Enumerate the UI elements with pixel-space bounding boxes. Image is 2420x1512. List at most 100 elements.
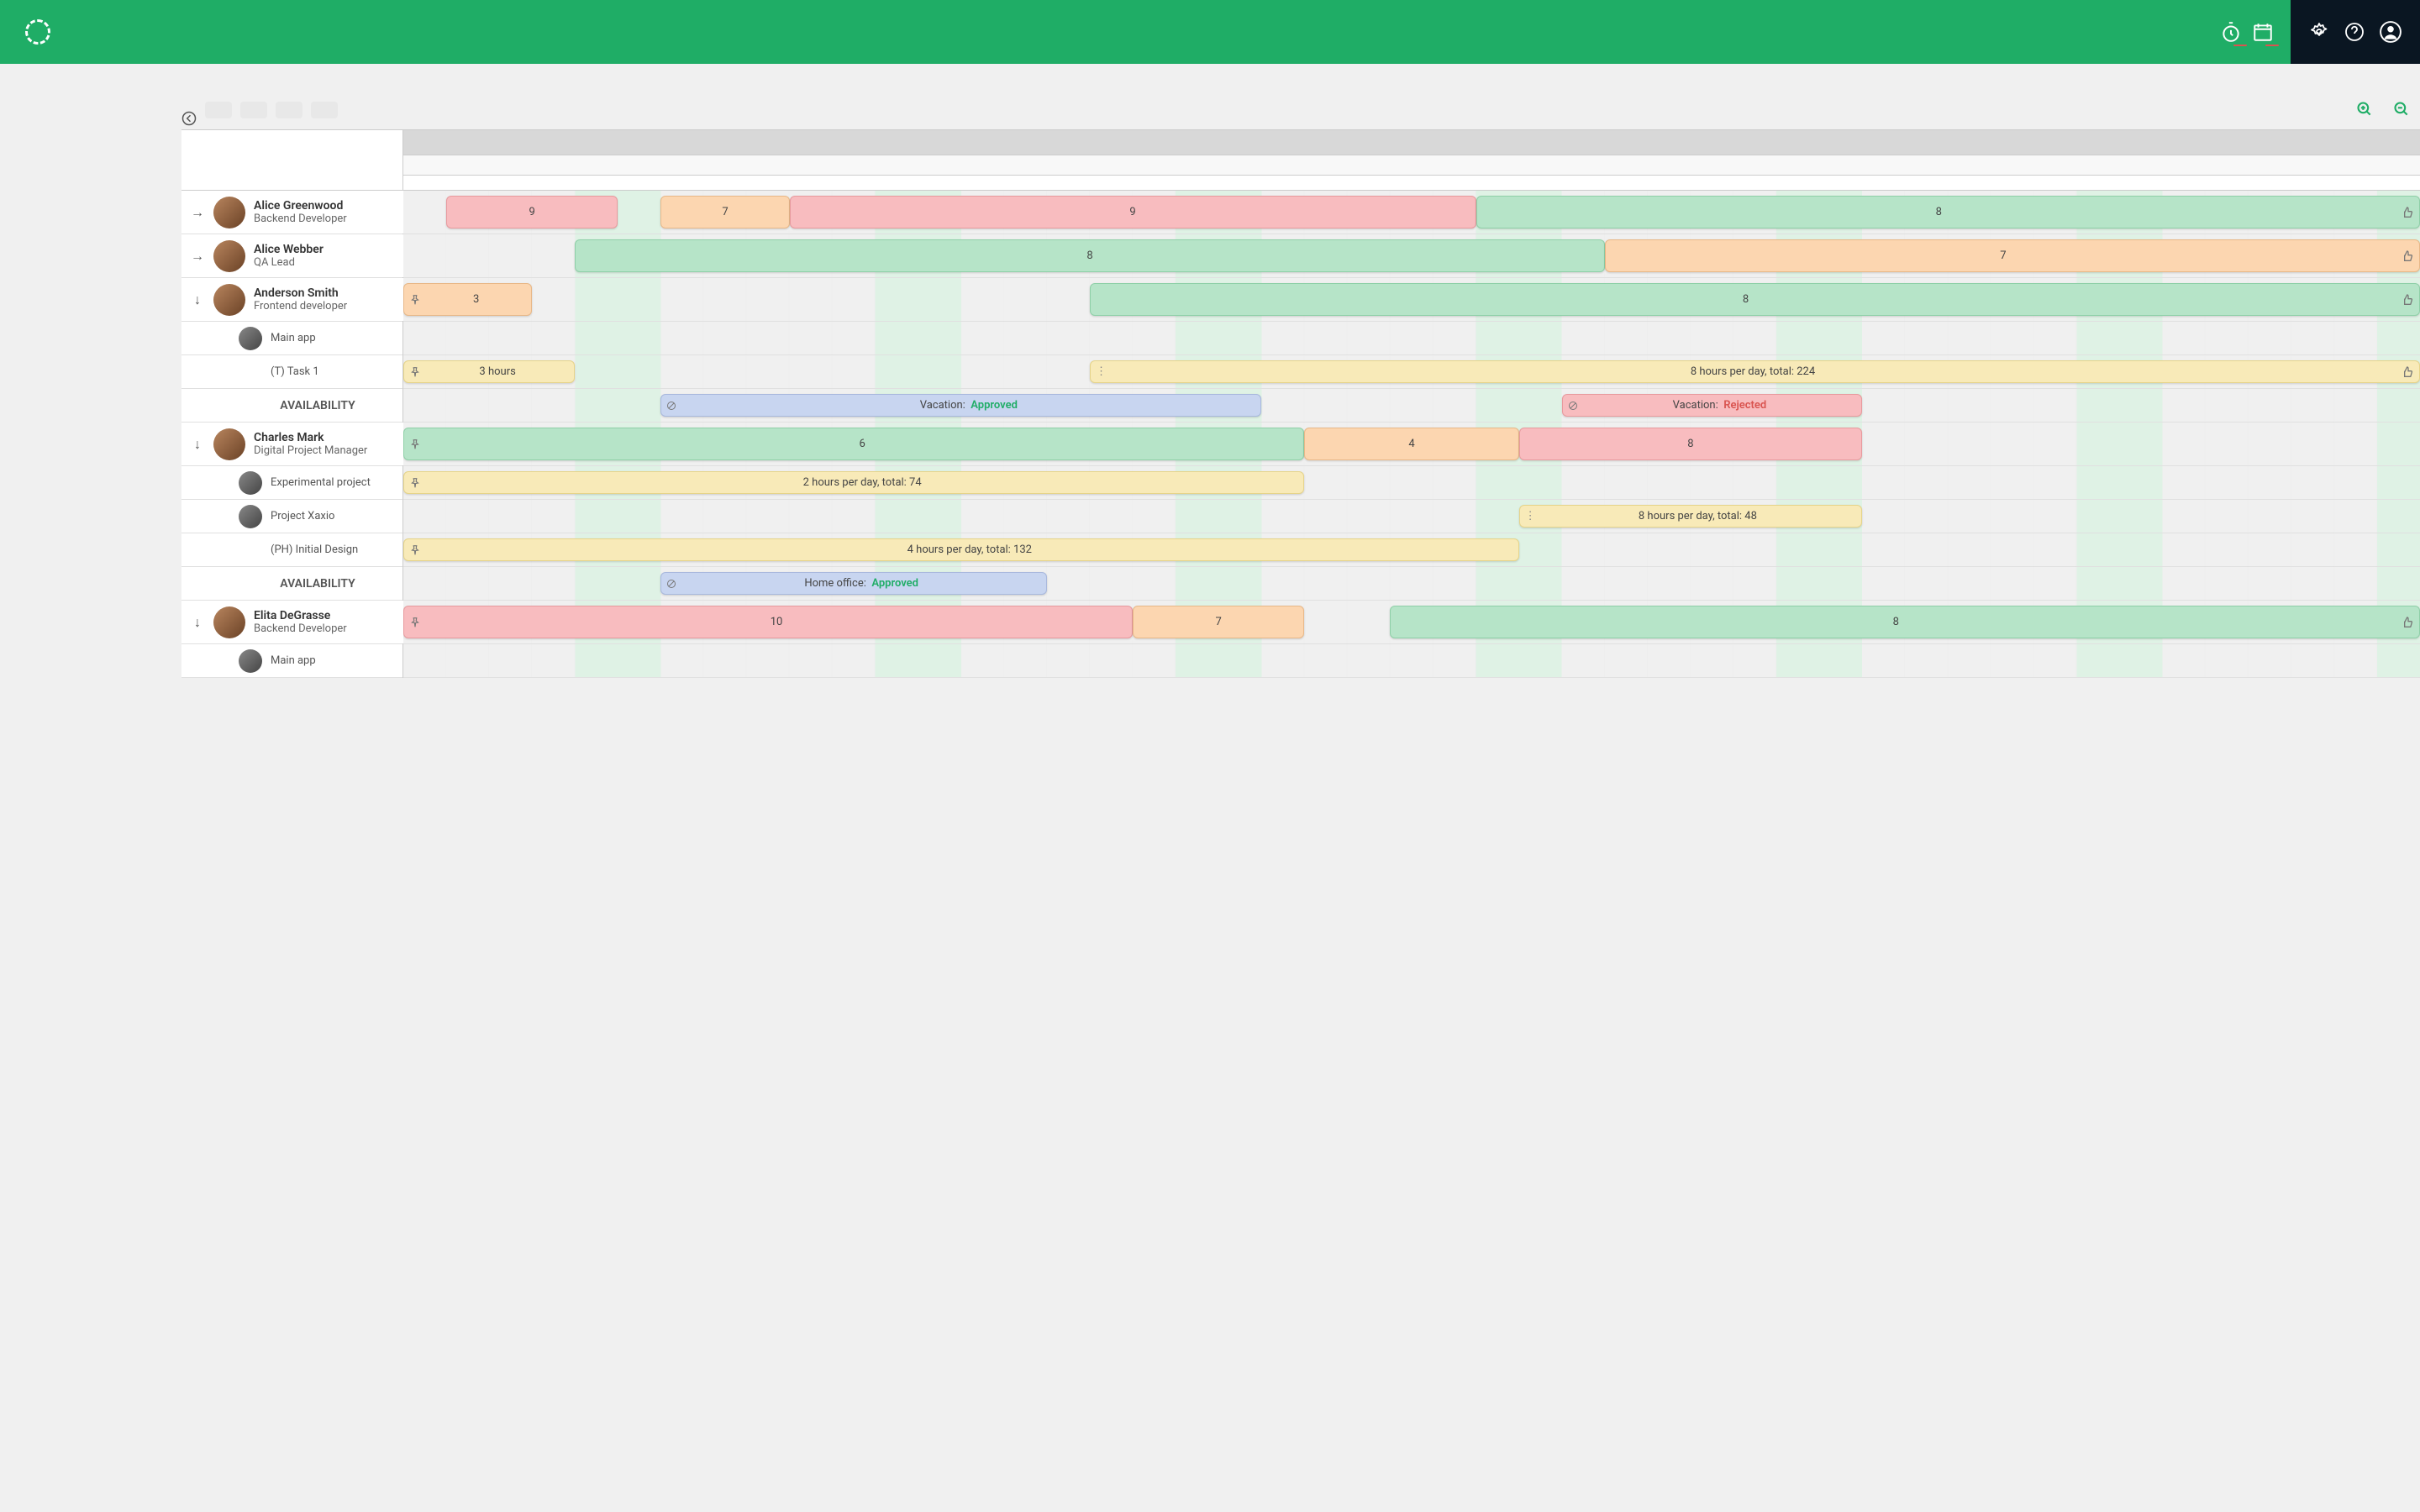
timer-badge[interactable] xyxy=(2220,21,2242,43)
gantt-row-track[interactable]: 3 hours ⋮8 hours per day, total: 224 xyxy=(403,355,2420,389)
person-name: Charles Mark xyxy=(254,431,367,444)
expand-toggle-icon[interactable]: → xyxy=(190,248,205,265)
weeks-row xyxy=(403,155,2420,176)
project-avatar xyxy=(239,471,262,495)
user-icon[interactable] xyxy=(2380,21,2402,43)
zoom-in-button[interactable] xyxy=(2356,101,2373,119)
gantt-bar[interactable]: Vacation: Approved xyxy=(660,394,1261,417)
child-label: (T) Task 1 xyxy=(271,365,319,378)
gantt-row-track[interactable] xyxy=(403,322,2420,355)
gantt-row-track[interactable]: 107 8 xyxy=(403,601,2420,644)
expand-toggle-icon[interactable]: ↓ xyxy=(190,291,205,308)
thumb-icon xyxy=(2401,365,2414,379)
thumb-icon xyxy=(2401,249,2414,263)
help-icon[interactable] xyxy=(2344,22,2365,42)
drag-handle-icon[interactable]: ⋮ xyxy=(1096,365,1107,378)
gantt-bar[interactable]: 8 xyxy=(1390,606,2420,638)
collapse-all-button[interactable] xyxy=(311,102,338,118)
days-row xyxy=(403,176,2420,191)
expand-toggle-icon[interactable]: ↓ xyxy=(190,436,205,453)
main-header xyxy=(0,0,2420,64)
gantt-bar[interactable]: 2 hours per day, total: 74 xyxy=(403,471,1304,494)
gantt-row-track[interactable]: 4 hours per day, total: 132 xyxy=(403,533,2420,567)
pin-icon xyxy=(409,294,421,306)
gantt-bar[interactable]: 9 xyxy=(790,196,1476,228)
month-forward-button[interactable] xyxy=(240,102,267,118)
status-badge: Approved xyxy=(971,399,1018,412)
expand-all-button[interactable] xyxy=(276,102,302,118)
child-label: Main app xyxy=(271,654,316,667)
avatar xyxy=(213,606,245,638)
gantt-bar[interactable]: ⋮8 hours per day, total: 224 xyxy=(1090,360,2420,383)
gantt-bar[interactable]: 4 xyxy=(1304,428,1518,460)
filter-sidebar xyxy=(0,91,182,678)
gantt-bar[interactable]: 3 xyxy=(403,283,532,316)
gantt-bar[interactable]: ⋮8 hours per day, total: 48 xyxy=(1519,505,1863,528)
pin-icon xyxy=(409,366,421,378)
gantt-bar[interactable]: 3 hours xyxy=(403,360,575,383)
expand-toggle-icon[interactable]: ↓ xyxy=(190,614,205,631)
header-controls xyxy=(2291,0,2420,64)
gantt-bar[interactable]: 7 xyxy=(1133,606,1304,638)
sidebar-collapse-icon[interactable] xyxy=(182,111,197,126)
logo-icon xyxy=(25,19,50,45)
gantt-bar[interactable]: 7 xyxy=(1605,239,2420,272)
ban-icon xyxy=(666,579,676,589)
availability-label: AVAILABILITY xyxy=(182,389,403,423)
person-name: Elita DeGrasse xyxy=(254,609,347,622)
person-role: QA Lead xyxy=(254,256,324,269)
gantt-bar[interactable]: 10 xyxy=(403,606,1133,638)
gantt-row-track[interactable]: 648 xyxy=(403,423,2420,466)
gantt-area: → Alice GreenwoodBackend Developer → Alice … xyxy=(182,91,2420,678)
gantt-bar[interactable]: 8 xyxy=(1090,283,2420,316)
zoom-controls xyxy=(2356,101,2410,119)
person-name: Alice Webber xyxy=(254,243,324,256)
person-name: Alice Greenwood xyxy=(254,199,347,213)
expand-toggle-icon[interactable]: → xyxy=(190,204,205,221)
thumb-icon xyxy=(2401,206,2414,219)
thumb-icon xyxy=(2401,293,2414,307)
month-backward-button[interactable] xyxy=(205,102,232,118)
calendar-badge[interactable] xyxy=(2252,21,2274,43)
gantt-chart: → Alice GreenwoodBackend Developer → Alice … xyxy=(182,129,2420,678)
gantt-row-track[interactable] xyxy=(403,644,2420,678)
gantt-row-track[interactable]: Vacation: Approved Vacation: Rejected xyxy=(403,389,2420,423)
gantt-bar[interactable]: 8 xyxy=(1519,428,1863,460)
project-avatar xyxy=(239,505,262,528)
gantt-bar[interactable]: 4 hours per day, total: 132 xyxy=(403,538,1519,561)
gantt-row-track[interactable]: Home office: Approved xyxy=(403,567,2420,601)
gear-icon[interactable] xyxy=(2309,22,2329,42)
gantt-row-track[interactable]: 9798 xyxy=(403,191,2420,234)
gantt-bar[interactable]: 6 xyxy=(403,428,1304,460)
avatar xyxy=(213,428,245,460)
gantt-row-track[interactable]: ⋮8 hours per day, total: 48 xyxy=(403,500,2420,533)
person-role: Backend Developer xyxy=(254,213,347,225)
zoom-out-button[interactable] xyxy=(2393,101,2410,119)
gantt-row-track[interactable]: 87 xyxy=(403,234,2420,278)
header-right xyxy=(2203,0,2420,64)
gantt-bar[interactable]: 9 xyxy=(446,196,618,228)
name-column-header xyxy=(182,130,402,191)
gantt-bar[interactable]: 7 xyxy=(660,196,789,228)
gantt-bar[interactable]: 8 xyxy=(575,239,1605,272)
logo[interactable] xyxy=(0,19,84,45)
status-badge: Approved xyxy=(871,577,918,590)
status-badge: Rejected xyxy=(1723,399,1766,412)
child-label: Experimental project xyxy=(271,476,371,489)
avatar xyxy=(213,240,245,272)
person-name: Anderson Smith xyxy=(254,286,347,300)
gantt-toolbar xyxy=(182,91,2420,129)
gantt-timeline[interactable]: 979887383 hours⋮8 hours per day, total: … xyxy=(403,130,2420,678)
child-label: (PH) Initial Design xyxy=(271,543,358,556)
ban-icon xyxy=(1568,401,1578,411)
avatar xyxy=(213,197,245,228)
gantt-row-track[interactable]: 2 hours per day, total: 74 xyxy=(403,466,2420,500)
timer-count xyxy=(2233,45,2247,46)
gantt-bar[interactable]: Vacation: Rejected xyxy=(1562,394,1862,417)
person-role: Digital Project Manager xyxy=(254,444,367,457)
drag-handle-icon[interactable]: ⋮ xyxy=(1525,510,1536,522)
gantt-bar[interactable]: 8 xyxy=(1476,196,2420,228)
project-avatar xyxy=(239,649,262,673)
gantt-row-track[interactable]: 38 xyxy=(403,278,2420,322)
gantt-bar[interactable]: Home office: Approved xyxy=(660,572,1047,595)
